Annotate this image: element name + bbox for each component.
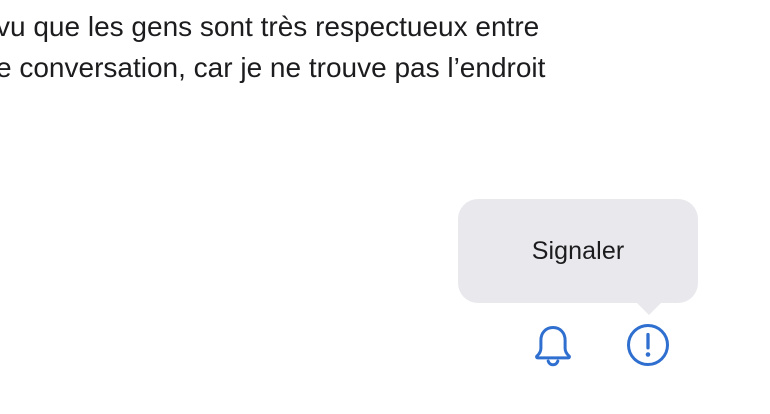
report-button[interactable] [622, 319, 674, 371]
tooltip-arrow [636, 302, 662, 315]
conversation-screen: vu que les gens sont très respectueux en… [0, 0, 770, 414]
message-line-1: vu que les gens sont très respectueux en… [0, 11, 540, 42]
tooltip-label: Signaler [531, 237, 625, 265]
message-line-2: e conversation, car je ne trouve pas l’e… [0, 52, 546, 83]
report-tooltip: Signaler [458, 199, 698, 303]
notification-button[interactable] [527, 319, 579, 371]
exclamation-circle-icon [625, 322, 671, 368]
message-text: vu que les gens sont très respectueux en… [0, 6, 756, 88]
bell-icon [532, 322, 574, 368]
